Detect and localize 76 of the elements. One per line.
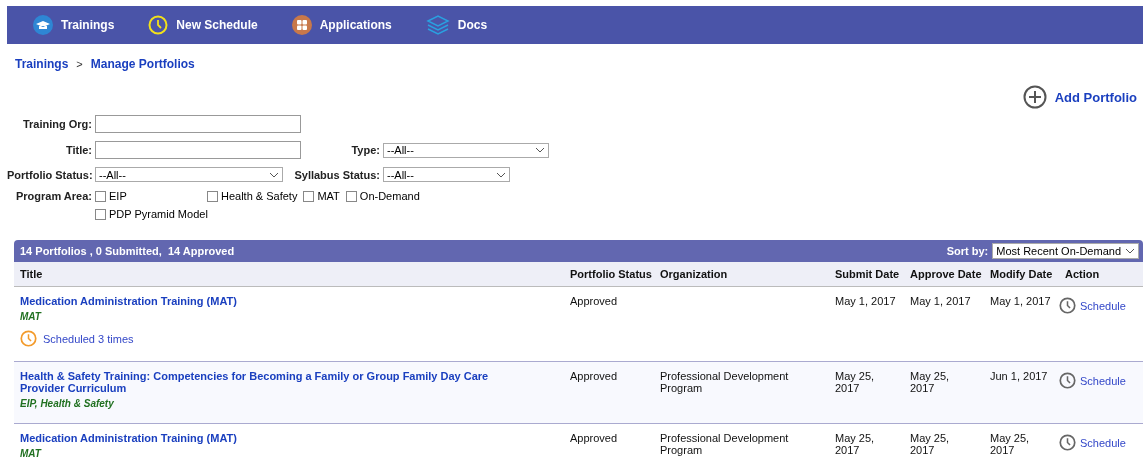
field-label: Syllabus Status: — [293, 168, 381, 181]
checkbox[interactable] — [207, 190, 218, 202]
program-area-checkbox[interactable]: EIP — [95, 190, 201, 202]
table-cell-text: May 25, 2017 — [989, 432, 1031, 456]
table-cell-text: May 1, 2017 — [989, 295, 1052, 307]
checkbox[interactable] — [303, 190, 315, 202]
table-cell-text: Professional Development Program — [659, 432, 790, 456]
table-cell-text: May 25, 2017 — [909, 432, 951, 456]
scheduled-count-link[interactable]: Scheduled 3 times — [20, 330, 564, 347]
field-label: Program Area: — [15, 190, 93, 202]
portfolio-title-link[interactable]: Medication Administration Training (MAT) — [20, 432, 520, 444]
program-area-checkbox[interactable]: MAT — [303, 190, 340, 202]
clock-icon — [1059, 372, 1076, 389]
dropdown-caret-icon — [1125, 248, 1135, 254]
field-label: Portfolio Status: — [7, 168, 94, 181]
portfolio-title-link[interactable]: Health & Safety Training: Competencies for Becoming a Family or Group Family Day Care Provider Curriculum — [20, 370, 520, 394]
app-grid-icon — [291, 15, 312, 35]
clock-icon — [1059, 297, 1076, 314]
checkbox[interactable] — [95, 190, 106, 202]
portfolio-summary: 14 Portfolios , 0 Submitted, 14 Approved — [20, 245, 235, 257]
clock-icon — [20, 330, 37, 347]
table-cell-text: Approved — [569, 432, 619, 444]
table-cell-text: May 1, 2017 — [909, 295, 972, 307]
table-cell-text: May 25, 2017 — [834, 432, 876, 456]
column-header: Submit Date — [834, 268, 901, 280]
sort-label: Sort by: — [946, 245, 989, 257]
column-header: Approve Date — [909, 268, 983, 280]
schedule-link[interactable]: Schedule — [1059, 297, 1143, 314]
field-label: Type: — [350, 144, 381, 156]
dropdown-caret-icon — [496, 171, 506, 178]
field-label: Training Org: — [21, 118, 93, 130]
graduation-cap-icon — [33, 15, 53, 35]
field-label: Title: — [64, 144, 93, 156]
checkbox[interactable] — [95, 208, 106, 220]
column-header: Portfolio Status — [569, 268, 653, 280]
clock-icon — [148, 15, 169, 35]
schedule-link[interactable]: Schedule — [1059, 434, 1143, 451]
add-portfolio-button[interactable]: Add Portfolio — [1022, 85, 1137, 109]
nav-link[interactable]: New Schedule — [148, 15, 258, 35]
training-org-field[interactable] — [95, 115, 301, 133]
breadcrumb-separator: > — [76, 58, 83, 70]
program-area-tags: MAT — [20, 311, 564, 322]
column-header: Title — [19, 268, 44, 280]
nav-link[interactable]: Applications — [291, 15, 392, 35]
table-cell-text: Professional Development Program — [659, 370, 790, 394]
table-cell-text: May 1, 2017 — [834, 295, 897, 307]
table-cell-text: Approved — [569, 295, 619, 307]
dropdown-caret-icon — [535, 147, 545, 153]
table-cell-text: May 25, 2017 — [834, 370, 876, 394]
program-area-checkbox[interactable]: PDP Pyramid Model — [95, 208, 208, 220]
portfolio-title-link[interactable]: Medication Administration Training (MAT) — [20, 295, 520, 307]
syllabus-status-dropdown[interactable]: --All-- — [383, 167, 510, 182]
column-header: Action — [1064, 268, 1101, 280]
table-cell-text: May 25, 2017 — [909, 370, 951, 394]
portfolio-status-dropdown[interactable]: --All-- — [95, 167, 283, 182]
schedule-link[interactable]: Schedule — [1059, 372, 1143, 389]
program-area-checkbox[interactable]: Health & Safety — [207, 190, 298, 202]
clock-icon — [1059, 434, 1076, 451]
program-area-tags: EIP, Health & Safety — [20, 398, 564, 409]
column-header: Organization — [659, 268, 729, 280]
column-header: Modify Date — [989, 268, 1054, 280]
breadcrumb-link[interactable]: Trainings — [15, 57, 69, 71]
nav-link[interactable]: Trainings — [33, 15, 115, 35]
nav-link[interactable]: Docs — [425, 15, 488, 35]
program-area-tags: MAT — [20, 448, 564, 459]
layers-icon — [425, 15, 450, 35]
title-field[interactable] — [95, 141, 301, 159]
breadcrumb-link[interactable]: Manage Portfolios — [90, 57, 195, 71]
checkbox[interactable] — [345, 190, 357, 202]
table-cell-text: Approved — [569, 370, 619, 382]
add-icon — [1022, 85, 1047, 109]
sort-dropdown[interactable]: Most Recent On-Demand — [992, 243, 1139, 259]
type-dropdown[interactable]: --All-- — [383, 142, 549, 158]
dropdown-caret-icon — [269, 171, 279, 178]
program-area-checkbox[interactable]: On-Demand — [345, 190, 420, 202]
table-cell-text: Jun 1, 2017 — [989, 370, 1049, 382]
